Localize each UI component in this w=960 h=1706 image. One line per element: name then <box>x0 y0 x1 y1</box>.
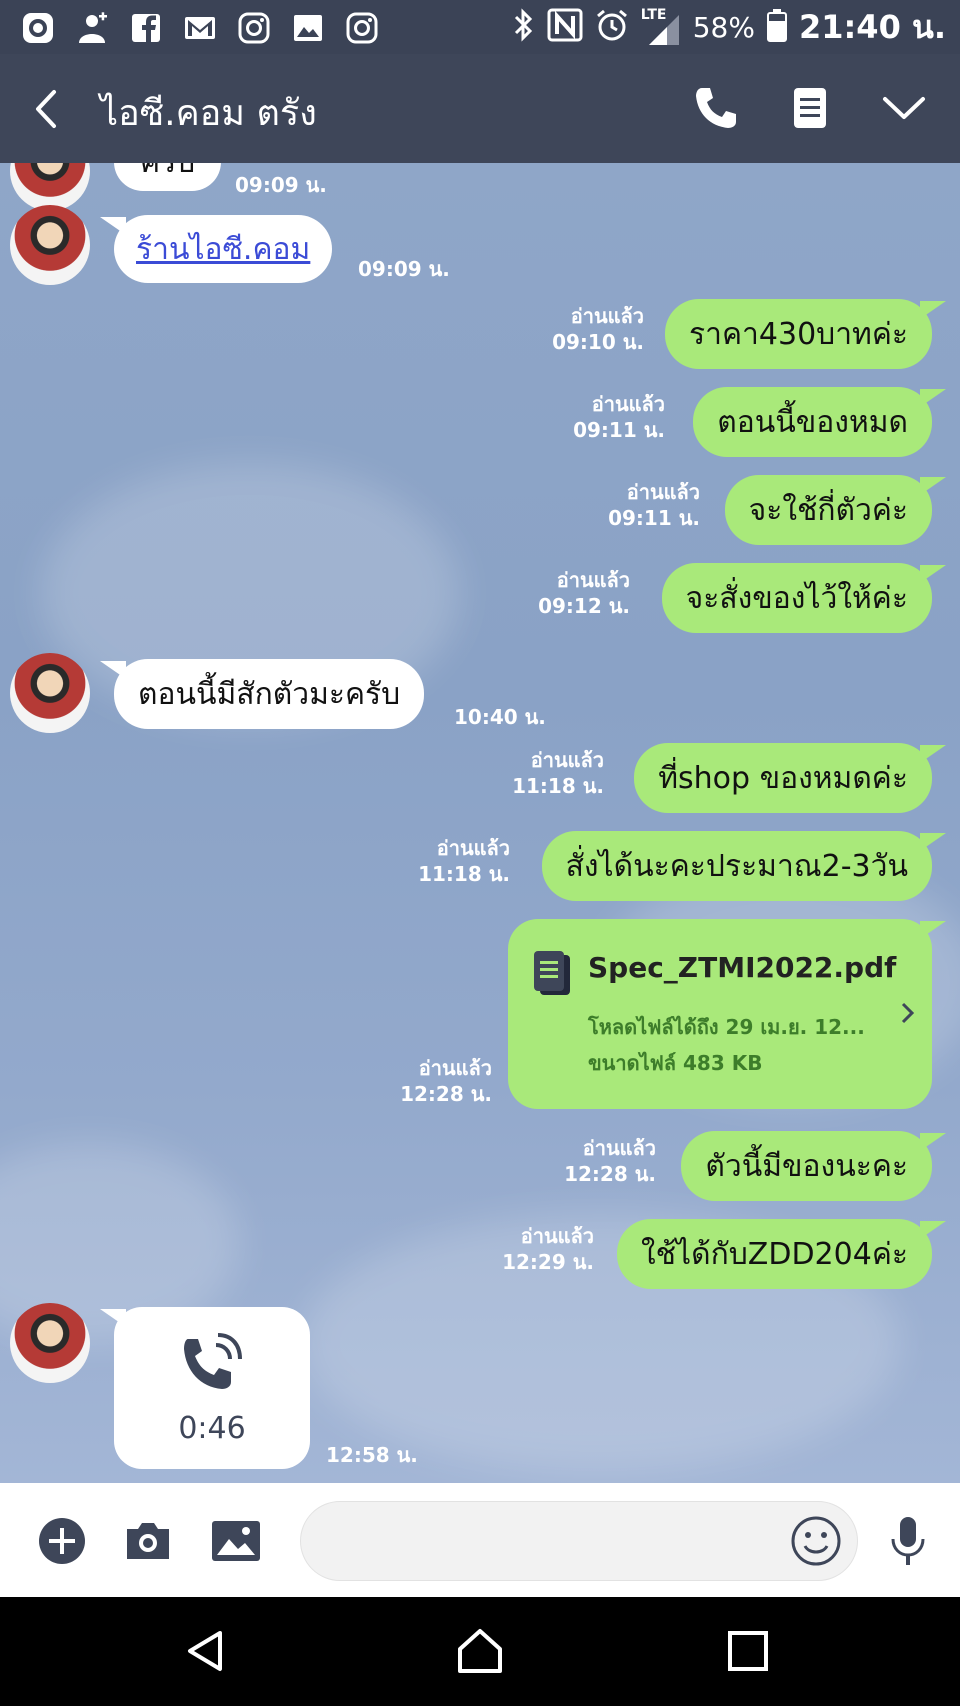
image-icon[interactable] <box>208 1513 264 1569</box>
avatar[interactable] <box>10 205 90 285</box>
avatar[interactable] <box>10 653 90 733</box>
read-receipt: อ่านแล้ว 11:18 น. <box>418 836 510 886</box>
call-duration: 0:46 <box>178 1411 246 1446</box>
chat-area[interactable]: ครับ 09:09 น. ร้านไอซี.คอม 09:09 น. อ่าน… <box>0 163 960 1483</box>
file-size: ขนาดไฟล์ 483 KB <box>588 1051 763 1075</box>
instagram-icon <box>236 10 272 46</box>
call-icon <box>178 1333 246 1405</box>
outgoing-message[interactable]: ราคา430บาทค่ะ <box>665 299 946 369</box>
message-time: 12:58 น. <box>326 1443 418 1467</box>
phone-icon[interactable] <box>688 80 744 136</box>
clock: 21:40 น. <box>798 7 946 46</box>
incoming-message[interactable]: ครับ <box>114 163 222 191</box>
back-icon[interactable] <box>24 84 74 134</box>
read-receipt: อ่านแล้ว 09:11 น. <box>608 480 700 530</box>
read-receipt: อ่านแล้ว 09:11 น. <box>573 392 665 442</box>
record-icon <box>20 10 56 46</box>
incoming-message[interactable]: ร้านไอซี.คอม <box>100 215 333 283</box>
message-input-bar <box>0 1483 960 1597</box>
signal-icon: LTE <box>641 7 681 47</box>
outgoing-message[interactable]: ตัวนี้มีของนะคะ <box>681 1131 946 1201</box>
file-expiry: โหลดไฟล์ได้ถึง 29 เม.ย. 12... <box>588 1015 865 1039</box>
facebook-icon <box>128 10 164 46</box>
outgoing-message[interactable]: สั่งได้นะคะประมาณ2-3วัน <box>541 831 946 901</box>
avatar[interactable] <box>10 1303 90 1383</box>
message-time: 09:09 น. <box>358 257 450 281</box>
emoji-icon[interactable] <box>788 1513 844 1569</box>
message-time: 09:09 น. <box>235 173 327 197</box>
document-icon <box>532 949 572 1005</box>
read-receipt: อ่านแล้ว 12:29 น. <box>502 1224 594 1274</box>
chat-header: ไอซี.คอม ตรัง <box>0 54 960 163</box>
plus-icon[interactable] <box>34 1513 90 1569</box>
file-attachment[interactable]: Spec_ZTMI2022.pdf โหลดไฟล์ได้ถึง 29 เม.ย… <box>508 919 946 1109</box>
file-name: Spec_ZTMI2022.pdf <box>588 951 897 984</box>
outgoing-message[interactable]: ตอนนี้ของหมด <box>693 387 946 457</box>
gallery-icon <box>290 10 326 46</box>
voice-call-message[interactable]: 0:46 <box>100 1307 310 1469</box>
bluetooth-icon <box>511 8 535 46</box>
chat-title: ไอซี.คอม ตรัง <box>100 93 317 134</box>
outgoing-message[interactable]: ใช้ได้กับZDD204ค่ะ <box>617 1219 946 1289</box>
outgoing-message[interactable]: ที่shop ของหมดค่ะ <box>634 743 946 813</box>
outgoing-message[interactable]: จะสั่งของไว้ให้ค่ะ <box>661 563 946 633</box>
battery-percent: 58% <box>692 10 755 44</box>
instagram-icon <box>344 10 380 46</box>
read-receipt: อ่านแล้ว 12:28 น. <box>564 1136 656 1186</box>
add-person-icon <box>74 10 110 46</box>
recents-icon[interactable] <box>716 1619 780 1683</box>
camera-icon[interactable] <box>120 1513 176 1569</box>
incoming-message[interactable]: ตอนนี้มีสักตัวมะครับ <box>100 659 425 729</box>
store-link[interactable]: ร้านไอซี.คอม <box>136 226 310 273</box>
read-receipt: อ่านแล้ว 12:28 น. <box>400 1056 492 1106</box>
read-receipt: อ่านแล้ว 09:12 น. <box>538 568 630 618</box>
system-nav-bar <box>0 1597 960 1706</box>
chevron-down-icon[interactable] <box>876 80 932 136</box>
read-receipt: อ่านแล้ว 11:18 น. <box>512 748 604 798</box>
notes-icon[interactable] <box>782 80 838 136</box>
microphone-icon[interactable] <box>880 1513 936 1569</box>
back-triangle-icon[interactable] <box>174 1619 238 1683</box>
gmail-icon <box>182 10 218 46</box>
avatar[interactable] <box>10 163 90 211</box>
home-icon[interactable] <box>448 1619 512 1683</box>
battery-icon <box>766 8 787 46</box>
status-bar: LTE 58% 21:40 น. <box>0 0 960 54</box>
alarm-icon <box>595 8 629 46</box>
chevron-right-icon <box>898 999 918 1035</box>
message-input[interactable] <box>300 1501 858 1581</box>
nfc-icon <box>547 8 583 46</box>
outgoing-message[interactable]: จะใช้กี่ตัวค่ะ <box>724 475 946 545</box>
read-receipt: อ่านแล้ว 09:10 น. <box>552 304 644 354</box>
message-time: 10:40 น. <box>454 705 546 729</box>
